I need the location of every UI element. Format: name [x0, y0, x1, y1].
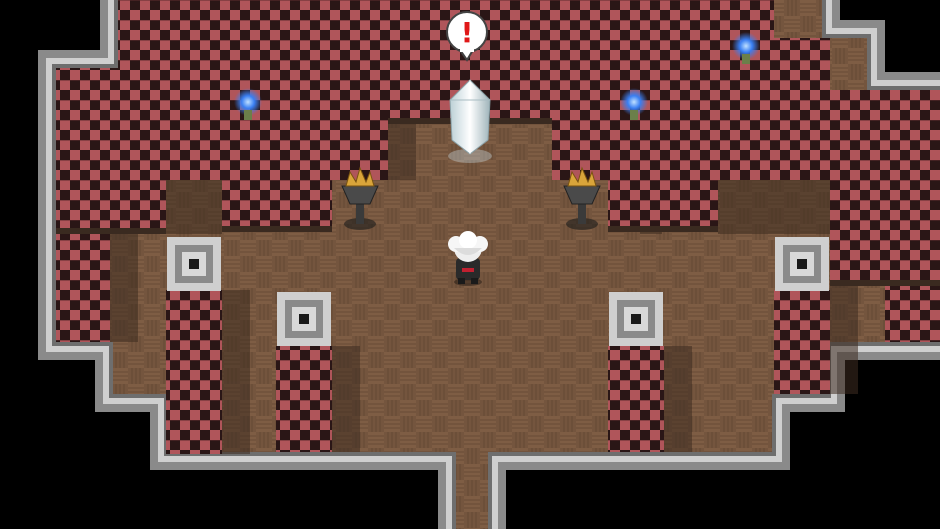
- map-canvas: !: [0, 0, 940, 529]
- pillar-2: [276, 346, 332, 452]
- wall-block-a: [166, 0, 222, 180]
- emote-symbol: !: [461, 16, 474, 49]
- wall-block-e: [608, 0, 718, 232]
- wall-block-d: [552, 0, 608, 180]
- wall-block-left-cap: [118, 0, 166, 68]
- wall-block-right-lower: [885, 286, 940, 342]
- pillar-3: [608, 346, 664, 452]
- wall-block-left-top: [56, 68, 166, 234]
- game-viewport[interactable]: !: [0, 0, 940, 529]
- stone-switch-4[interactable]: [775, 237, 829, 291]
- wall-block-left-lower: [56, 234, 110, 342]
- stone-switch-2[interactable]: [277, 292, 331, 346]
- wall-block-right-top: [830, 90, 940, 286]
- wall-block-b: [222, 0, 332, 232]
- pillar-4: [774, 290, 830, 394]
- stone-switch-1[interactable]: [167, 237, 221, 291]
- wall-block-g: [774, 38, 830, 180]
- wall-block-f: [718, 0, 774, 180]
- stone-switch-3[interactable]: [609, 292, 663, 346]
- pillar-1: [166, 290, 222, 454]
- wall-block-c: [332, 0, 388, 180]
